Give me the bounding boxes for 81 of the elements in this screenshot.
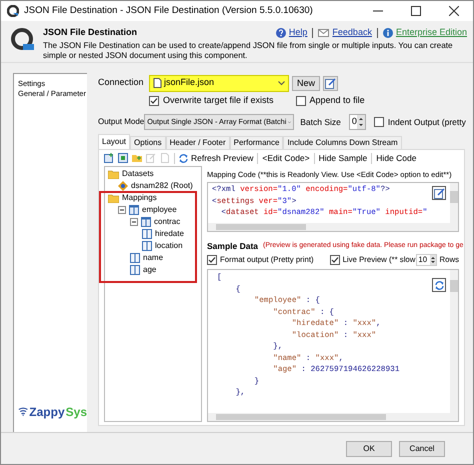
column-icon	[142, 241, 152, 251]
connection-dropdown[interactable]: jsonFile.json	[149, 74, 289, 92]
expander-icon[interactable]	[118, 206, 126, 214]
help-icon	[276, 28, 286, 38]
spinner-icon	[356, 115, 365, 129]
logo-text: Zappy	[29, 406, 65, 418]
app-logo-icon	[11, 28, 35, 52]
checkbox-label: Append to file	[310, 94, 365, 108]
tab[interactable]: Include Columns Down Stream	[283, 136, 402, 149]
edit-code-button[interactable]	[432, 186, 446, 200]
tab[interactable]: Performance	[230, 136, 284, 149]
tree-item[interactable]: hiredate	[155, 228, 184, 240]
chevron-down-icon	[278, 80, 285, 86]
app-icon	[7, 5, 19, 17]
folder-icon	[108, 170, 119, 178]
folder-icon	[108, 194, 119, 202]
field-label: Output Mode	[98, 116, 144, 128]
tab[interactable]: Header / Footer	[166, 136, 230, 149]
column-icon	[130, 265, 140, 275]
table-icon	[129, 205, 139, 215]
tab[interactable]: Layout	[98, 134, 130, 149]
checkbox-label: Overwrite target file if exists	[163, 94, 274, 108]
header-description: The JSON File Destination can be used to create/append JSON file from single or multiple inputs. You can create simple or nested JSON document using this component.	[43, 40, 454, 60]
toolbar-button[interactable]: Refresh Preview	[179, 152, 254, 164]
vertical-scrollbar[interactable]	[450, 183, 458, 224]
edit-icon	[434, 188, 444, 199]
add-column-icon[interactable]	[118, 153, 128, 163]
tree-item[interactable]: employee	[142, 204, 177, 216]
envelope-icon	[318, 28, 330, 37]
window-title: JSON File Destination - JSON File Destination (Version 5.5.0.10630)	[24, 4, 313, 18]
maximize-icon[interactable]	[411, 6, 421, 16]
vertical-scrollbar[interactable]	[450, 270, 458, 413]
horizontal-scrollbar[interactable]	[208, 223, 458, 232]
checkbox[interactable]	[330, 255, 340, 265]
refresh-icon	[179, 154, 188, 162]
header-link[interactable]: Feedback	[332, 26, 372, 40]
header-link[interactable]: Enterprise Edition	[396, 26, 467, 40]
logo-text: Sys	[66, 406, 87, 418]
edit-icon	[325, 78, 336, 88]
tree-item[interactable]: age	[143, 264, 156, 276]
section-title: Sample Data	[207, 240, 258, 253]
close-icon[interactable]	[449, 6, 459, 16]
tree-item[interactable]: location	[155, 240, 183, 252]
checkbox[interactable]	[149, 96, 159, 106]
checkbox[interactable]	[207, 255, 217, 265]
column-icon	[130, 253, 140, 263]
table-icon	[141, 217, 151, 227]
edit-connection-button[interactable]	[323, 76, 338, 90]
spinner-icon	[430, 255, 436, 265]
new-button[interactable]: New	[292, 76, 320, 90]
header-link[interactable]: Help	[288, 26, 308, 40]
tab[interactable]: Options	[130, 136, 166, 149]
field-label: Batch Size	[300, 116, 341, 128]
tree-item[interactable]: contrac	[154, 216, 180, 228]
file-icon	[153, 78, 162, 88]
toolbar-button[interactable]: Hide Code	[376, 152, 416, 164]
column-icon	[142, 229, 152, 239]
tree-item[interactable]: name	[143, 252, 164, 264]
diamond-icon	[118, 181, 128, 191]
batch-size-input[interactable]: 0	[348, 114, 366, 130]
header-title: JSON File Destination	[43, 26, 138, 39]
checkbox-label: Indent Output (pretty	[388, 116, 466, 128]
dialog-button[interactable]: Cancel	[399, 440, 445, 456]
checkbox[interactable]	[374, 117, 384, 127]
wifi-logo-icon	[18, 407, 28, 417]
refresh-button[interactable]	[432, 278, 446, 292]
tree-item[interactable]: Datasets	[122, 168, 154, 180]
info-icon	[382, 28, 393, 38]
chevron-down-icon	[288, 120, 292, 124]
add-folder-icon[interactable]	[132, 153, 142, 163]
toolbar-button[interactable]: <Edit Code>	[262, 152, 310, 164]
dialog-button[interactable]: OK	[346, 440, 392, 456]
horizontal-scrollbar[interactable]	[208, 413, 458, 421]
tree-item[interactable]: Mappings	[122, 192, 157, 204]
checkbox[interactable]	[296, 96, 306, 106]
refresh-icon	[434, 280, 444, 290]
expander-icon[interactable]	[130, 218, 138, 226]
tree-item[interactable]: dsnam282 (Root)	[131, 180, 193, 192]
add-table-icon[interactable]	[104, 153, 114, 163]
field-label: Connection	[98, 76, 145, 90]
toolbar-button[interactable]: Hide Sample	[318, 152, 368, 164]
